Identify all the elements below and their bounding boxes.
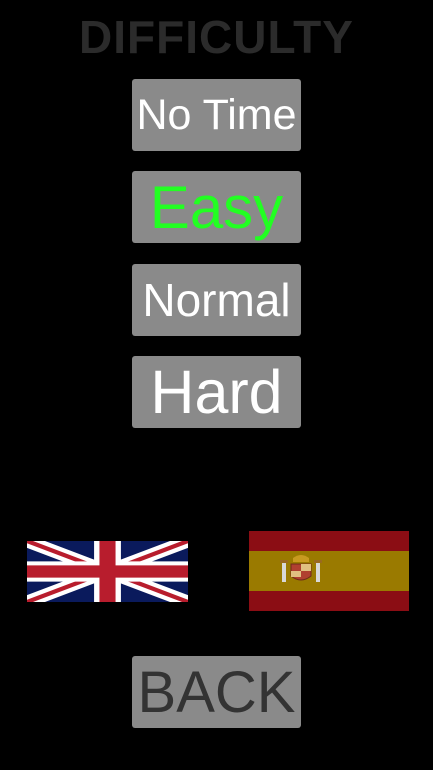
uk-flag-icon[interactable] — [23, 535, 192, 608]
no-time-button[interactable]: No Time — [132, 79, 301, 151]
spain-flag-icon[interactable] — [249, 531, 409, 611]
easy-button[interactable]: Easy — [132, 171, 301, 243]
back-button[interactable]: BACK — [132, 656, 301, 728]
normal-button[interactable]: Normal — [132, 264, 301, 336]
hard-button[interactable]: Hard — [132, 356, 301, 428]
screen-title: DIFFICULTY — [79, 11, 354, 63]
